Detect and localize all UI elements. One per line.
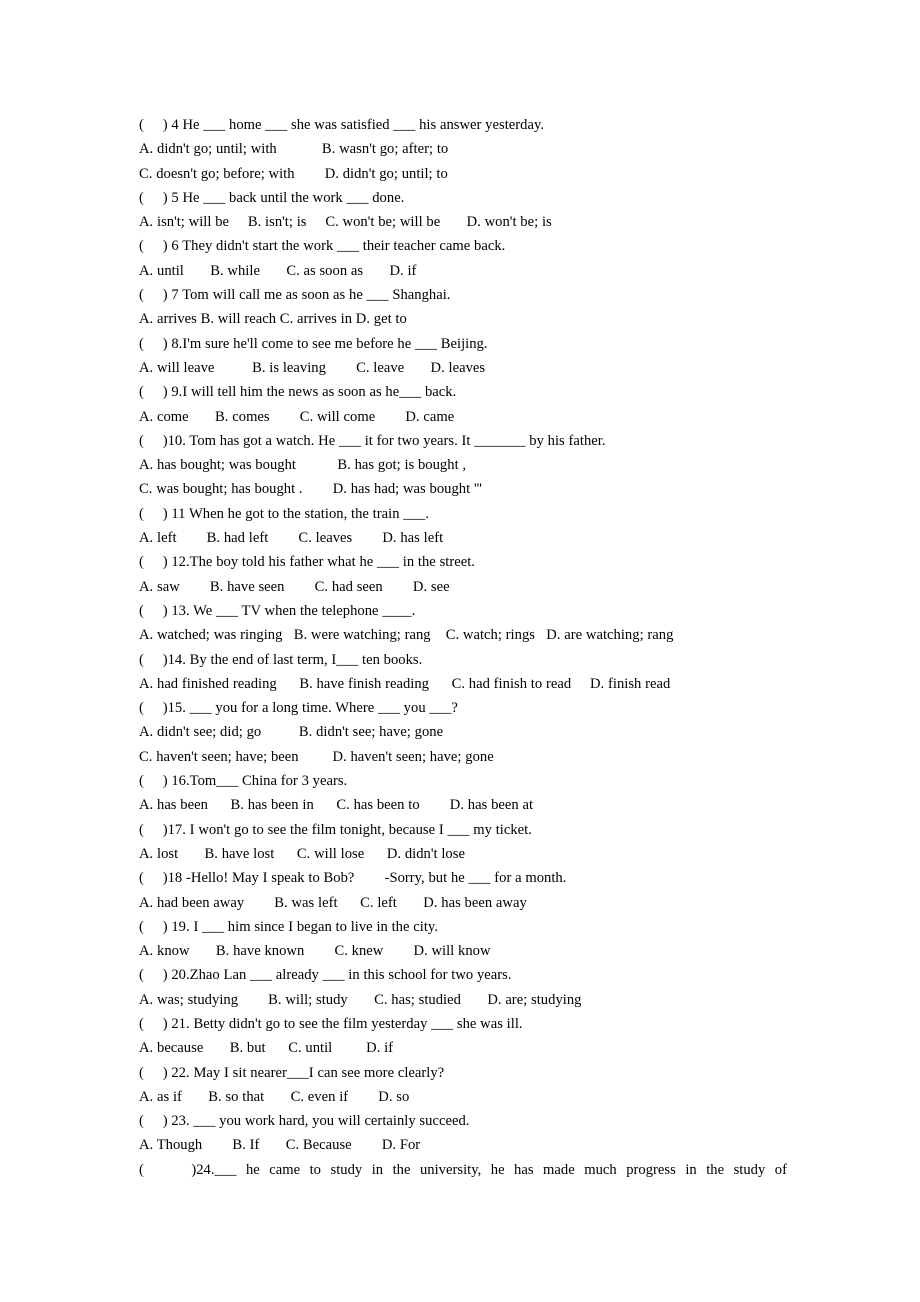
question-line-20: ( ) 20.Zhao Lan ___ already ___ in this … [139,967,512,984]
question-line-14: ( )14. By the end of last term, I___ ten… [139,651,423,668]
question-line-4: ( ) 4 He ___ home ___ she was satisfied … [139,117,544,133]
options-line-4-ab: A. didn't go; until; with B. wasn't go; … [139,141,449,158]
options-line-14: A. had finished reading B. have finish r… [139,675,671,692]
options-line-16: A. has been B. has been in C. has been t… [139,797,534,814]
worksheet-page: ( ) 4 He ___ home ___ she was satisfied … [0,0,920,1302]
options-line-22: A. as if B. so that C. even if D. so [139,1088,410,1105]
question-line-19: ( ) 19. I ___ him since I began to live … [139,918,438,935]
options-line-5: A. isn't; will be B. isn't; is C. won't … [139,214,552,231]
options-line-19: A. know B. have known C. knew D. will kn… [139,943,491,960]
options-line-6: A. until B. while C. as soon as D. if [139,262,417,279]
question-line-7: ( ) 7 Tom will call me as soon as he ___… [139,287,451,304]
question-line-17: ( )17. I won't go to see the film tonigh… [139,821,532,838]
question-line-18: ( )18 -Hello! May I speak to Bob? -Sorry… [139,870,567,887]
question-line-8: ( ) 8.I'm sure he'll come to see me befo… [139,335,488,352]
question-line-10: ( )10. Tom has got a watch. He ___ it fo… [139,432,606,449]
question-line-11: ( ) 11 When he got to the station, the t… [139,505,429,522]
question-list: ( ) 4 He ___ home ___ she was satisfied … [139,113,787,1182]
options-line-21: A. because B. but C. until D. if [139,1040,394,1057]
question-line-9: ( ) 9.I will tell him the news as soon a… [139,384,457,401]
question-line-16: ( ) 16.Tom___ China for 3 years. [139,773,348,790]
question-line-12: ( ) 12.The boy told his father what he _… [139,554,475,571]
options-line-8: A. will leave B. is leaving C. leave D. … [139,359,486,376]
options-line-7: A. arrives B. will reach C. arrives in D… [139,311,407,328]
question-line-21: ( ) 21. Betty didn't go to see the film … [139,1015,523,1032]
options-line-15-cd: C. haven't seen; have; been D. haven't s… [139,748,494,765]
question-line-13: ( ) 13. We ___ TV when the telephone ___… [139,602,416,619]
question-line-5: ( ) 5 He ___ back until the work ___ don… [139,189,405,206]
options-line-20: A. was; studying B. will; study C. has; … [139,991,582,1008]
question-line-24-text: ( )24.___ he came to study in the univer… [139,1161,787,1178]
options-line-18: A. had been away B. was left C. left D. … [139,894,527,911]
options-line-23: A. Though B. If C. Because D. For [139,1137,421,1154]
question-line-22: ( ) 22. May I sit nearer___I can see mor… [139,1064,445,1081]
options-line-10-ab: A. has bought; was bought B. has got; is… [139,457,467,474]
options-line-17: A. lost B. have lost C. will lose D. did… [139,845,465,862]
options-line-15-ab: A. didn't see; did; go B. didn't see; ha… [139,724,444,741]
options-line-4-cd: C. doesn't go; before; with D. didn't go… [139,165,448,182]
question-line-23: ( ) 23. ___ you work hard, you will cert… [139,1113,470,1130]
question-line-24: ( )24.___ he came to study in the univer… [139,1158,787,1182]
options-line-10-cd: C. was bought; has bought . D. has had; … [139,481,482,498]
options-line-13: A. watched; was ringing B. were watching… [139,627,674,644]
options-line-11: A. left B. had left C. leaves D. has lef… [139,530,444,547]
question-line-6: ( ) 6 They didn't start the work ___ the… [139,238,506,255]
question-line-15: ( )15. ___ you for a long time. Where __… [139,700,458,717]
options-line-9: A. come B. comes C. will come D. came [139,408,455,425]
options-line-12: A. saw B. have seen C. had seen D. see [139,578,450,595]
